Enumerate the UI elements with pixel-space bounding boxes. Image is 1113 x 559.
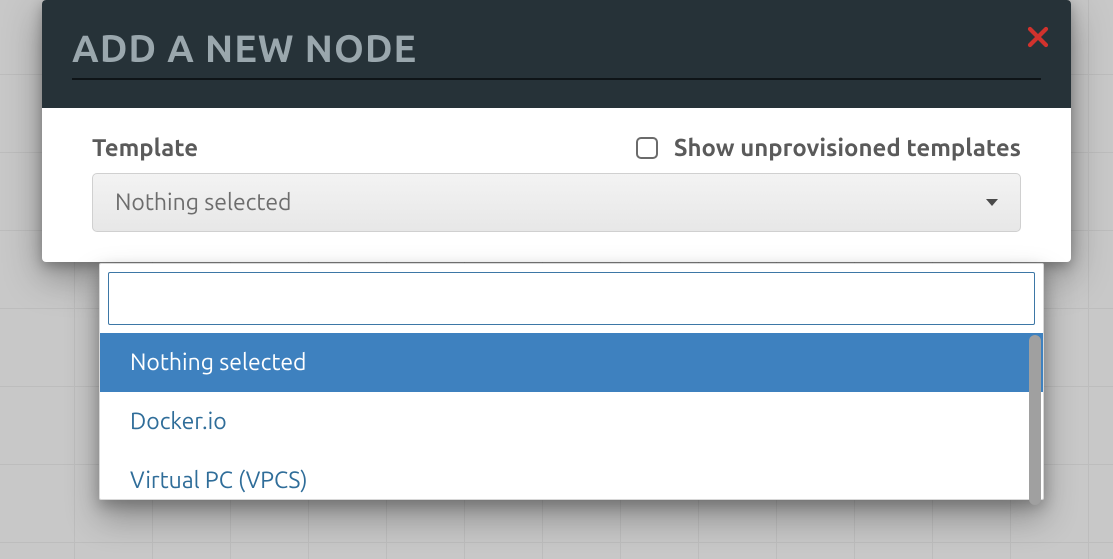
dropdown-scrollbar[interactable] [1027, 333, 1043, 499]
template-option-docker[interactable]: Docker.io [108, 392, 1035, 451]
unprovisioned-checkbox-label: Show unprovisioned templates [674, 134, 1021, 161]
template-dropdown-panel: Nothing selected Docker.io Virtual PC (V… [99, 263, 1044, 500]
template-option-vpcs[interactable]: Virtual PC (VPCS) [108, 451, 1035, 499]
caret-down-icon [986, 199, 998, 206]
template-option-nothing-selected[interactable]: Nothing selected [100, 333, 1043, 392]
unprovisioned-checkbox[interactable] [636, 137, 658, 159]
template-select-value: Nothing selected [115, 190, 292, 215]
modal-body: Template Show unprovisioned templates No… [42, 108, 1071, 262]
template-label: Template [92, 134, 198, 161]
template-select-toggle[interactable]: Nothing selected [92, 173, 1021, 232]
dropdown-scrollbar-thumb[interactable] [1029, 335, 1041, 505]
unprovisioned-checkbox-wrap: Show unprovisioned templates [636, 134, 1021, 161]
template-field-row: Template Show unprovisioned templates [92, 134, 1021, 161]
modal-title: ADD A NEW NODE [72, 28, 1041, 80]
modal-header: ADD A NEW NODE [42, 0, 1071, 108]
close-icon[interactable] [1027, 26, 1049, 48]
template-search-input[interactable] [108, 272, 1035, 325]
template-option-list: Nothing selected Docker.io Virtual PC (V… [108, 333, 1035, 499]
add-node-modal: ADD A NEW NODE Template Show unprovision… [42, 0, 1071, 262]
